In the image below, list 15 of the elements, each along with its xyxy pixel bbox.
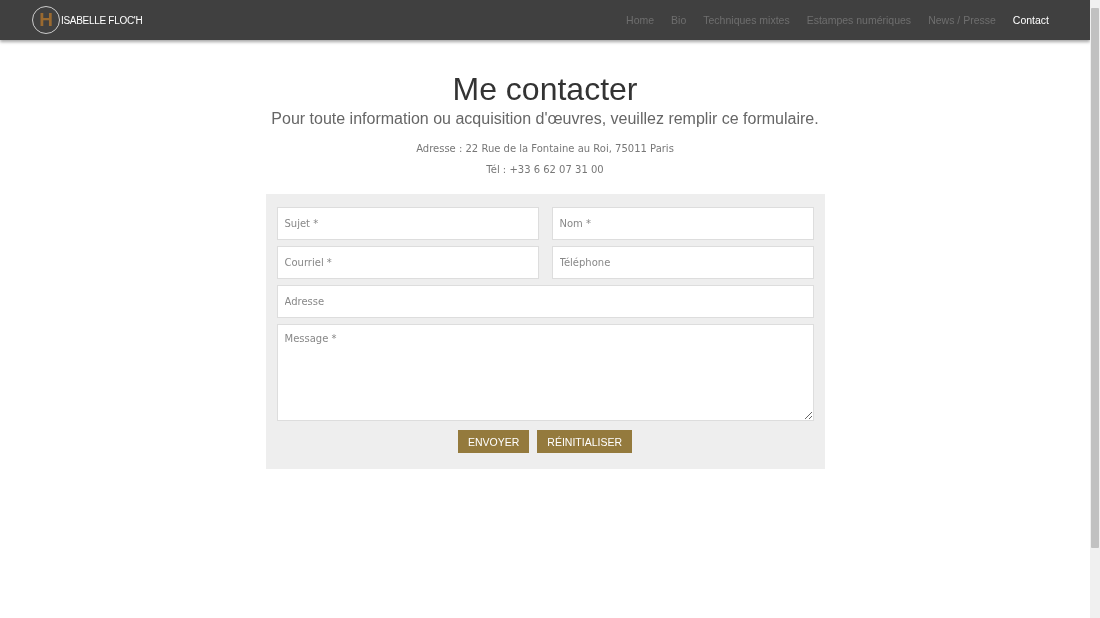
reset-button[interactable]: RÉINITIALISER <box>537 430 632 453</box>
scrollbar[interactable] <box>1090 0 1100 618</box>
input-field[interactable]: Téléphone <box>551 246 814 279</box>
nav-link[interactable]: Contact <box>1012 14 1049 26</box>
page-title: Me contacter <box>452 70 638 108</box>
input-field[interactable]: Courriel * <box>276 246 539 279</box>
address-text: Adresse : 22 Rue de la Fontaine au Roi, 75011 Paris <box>416 142 674 155</box>
input-field[interactable]: Adresse <box>276 285 814 318</box>
input-field[interactable]: Nom * <box>551 207 814 240</box>
send-button[interactable]: ENVOYER <box>457 430 530 453</box>
message-field[interactable]: Message * <box>276 324 814 421</box>
phone-text: Tél : +33 6 62 07 31 00 <box>486 163 604 176</box>
site-name[interactable]: ISABELLE FLOC'H <box>61 14 143 26</box>
input-field[interactable]: Sujet * <box>276 207 539 240</box>
page-subtitle: Pour toute information ou acquisition d'œuvres, veuillez remplir ce formulaire. <box>271 110 819 128</box>
